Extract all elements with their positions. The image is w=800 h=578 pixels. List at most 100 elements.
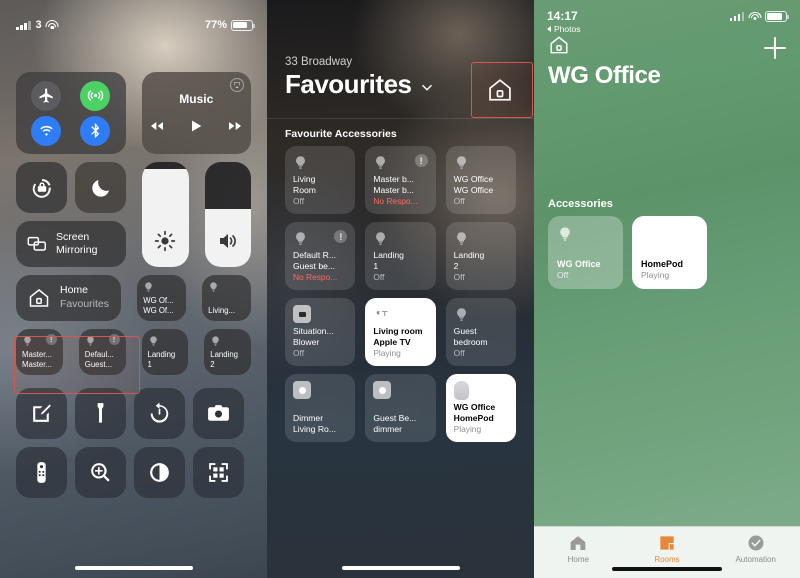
accessory-name-1: Living room [373,325,423,336]
accessory-tile-default[interactable]: ! Defaul... Guest... [78,329,126,375]
accessory-tile[interactable]: Living Room Off [285,146,356,214]
back-to-photos-button[interactable]: Photos [547,24,580,34]
accessory-name-2: HomePod [453,412,494,423]
bulb-icon [454,229,508,249]
accessory-status: Playing [641,270,670,281]
accessory-tile[interactable]: WG Office HomePod Playing [445,374,516,442]
home-button[interactable] [480,70,520,110]
control-centre-modules: Music Screen Mirroring Home Favourites W… [16,72,252,506]
switch-glyph [293,305,311,323]
connectivity-module[interactable] [16,72,126,154]
accessory-tile-wg-office[interactable]: WG Office Off [548,216,623,289]
qr-scanner-icon [209,463,228,482]
header-divider [267,118,534,119]
cellular-icon [87,90,103,101]
airplay-icon[interactable] [230,78,244,92]
switch-icon [293,305,347,325]
battery-icon [765,11,789,22]
fast-forward-button[interactable] [227,118,243,134]
camera-shortcut-button[interactable] [193,388,244,439]
clock-label: 14:17 [547,9,578,23]
section-title: Favourite Accessories [285,128,397,140]
rewind-button[interactable] [149,118,165,134]
cellular-data-button[interactable] [80,80,111,111]
accessory-label-2: 1 [147,360,152,370]
moon-icon [91,179,109,197]
chevron-down-icon[interactable] [420,81,434,95]
music-title: Music [179,92,214,106]
accessory-tile-landing-1[interactable]: Landing 1 [141,329,189,375]
magnifier-shortcut-button[interactable] [75,447,126,498]
notes-icon [33,404,51,422]
music-module[interactable]: Music [141,72,251,154]
accessory-label-1: Defaul... [84,350,114,360]
accessory-name-2: Guest be... [293,260,336,271]
accessory-status: Off [293,348,305,359]
accessory-name-1: Landing [453,249,485,260]
tab-rooms[interactable]: Rooms [623,533,712,564]
accessory-tile[interactable]: Living room Apple TV Playing [365,298,436,366]
accessory-tile[interactable]: Guest Be... dimmer [365,374,436,442]
home-button[interactable] [548,34,570,61]
accessory-tile[interactable]: Landing 1 Off [365,222,436,290]
accessory-name-2: Room [293,184,316,195]
accessory-tile-living[interactable]: Living... [202,275,252,321]
accessory-name-2: Blower [293,336,320,347]
dark-mode-shortcut-button[interactable] [134,447,185,498]
dimmer-icon [373,381,427,401]
accessory-tile[interactable]: Dimmer Living Ro... [285,374,356,442]
qr-scanner-shortcut-button[interactable] [193,447,244,498]
back-arrow-icon [547,26,551,32]
airplane-mode-button[interactable] [31,80,62,111]
accessory-tile-homepod[interactable]: HomePod Playing [632,216,707,289]
bulb-icon [293,153,347,173]
accessory-tile-wg-office[interactable]: WG Of... WG Of... [137,275,187,321]
do-not-disturb-button[interactable] [75,162,126,213]
warning-icon: ! [414,154,428,167]
notes-shortcut-button[interactable] [16,388,67,439]
flashlight-shortcut-button[interactable] [75,388,126,439]
room-accessories-grid: WG Office Off HomePod Playing [548,216,707,289]
volume-slider[interactable] [204,162,251,267]
accessory-tile[interactable]: Situation... Blower Off [285,298,356,366]
wifi-button[interactable] [31,115,62,146]
rotation-lock-button[interactable] [16,162,67,213]
play-button[interactable] [188,118,204,134]
tab-label: Rooms [654,555,680,564]
tab-automation[interactable]: Automation [711,533,800,564]
accessory-name-1: Default R... [293,249,336,260]
accessory-tile-master[interactable]: ! Master... Master... [16,329,63,375]
accessory-name-1: Guest Be... [373,412,417,423]
accessory-tile[interactable]: Landing 2 Off [445,222,516,290]
accessory-name-1: Living [293,173,316,184]
dimmer-glyph [373,381,392,399]
screen-mirroring-label-2: Mirroring [56,244,98,256]
brightness-slider[interactable] [142,162,189,267]
timer-shortcut-button[interactable] [134,388,185,439]
wifi-icon [45,20,59,30]
camera-icon [208,405,229,421]
accessory-tile[interactable]: Guest bedroom Off [445,298,516,366]
screen-mirroring-button[interactable]: Screen Mirroring [16,221,126,267]
accessory-status: Playing [373,348,401,359]
accessory-label-2: Master... [22,360,52,370]
home-favourites-tile[interactable]: Home Favourites [16,275,122,321]
warning-icon: ! [108,334,120,345]
home-indicator [612,567,722,571]
bulb-icon [373,229,427,249]
battery-percent-label: 77% [204,19,227,31]
room-nav-bar [548,34,786,61]
home-indicator [74,566,193,570]
accessory-tile[interactable]: ! Master b... Master b... No Respo... [365,146,436,214]
bluetooth-button[interactable] [80,115,111,146]
bulb-icon [143,280,154,294]
add-accessory-button[interactable] [764,36,786,59]
accessory-label-1: Master... [22,350,52,360]
accessory-tile-landing-2[interactable]: Landing 2 [204,329,251,375]
apple-tv-remote-shortcut-button[interactable] [16,447,67,498]
tab-home[interactable]: Home [534,533,623,564]
tab-label: Automation [735,555,776,564]
accessory-tile[interactable]: ! Default R... Guest be... No Respo... [285,222,356,290]
brightness-icon [155,230,176,252]
accessory-tile[interactable]: WG Office WG Office Off [445,146,516,214]
